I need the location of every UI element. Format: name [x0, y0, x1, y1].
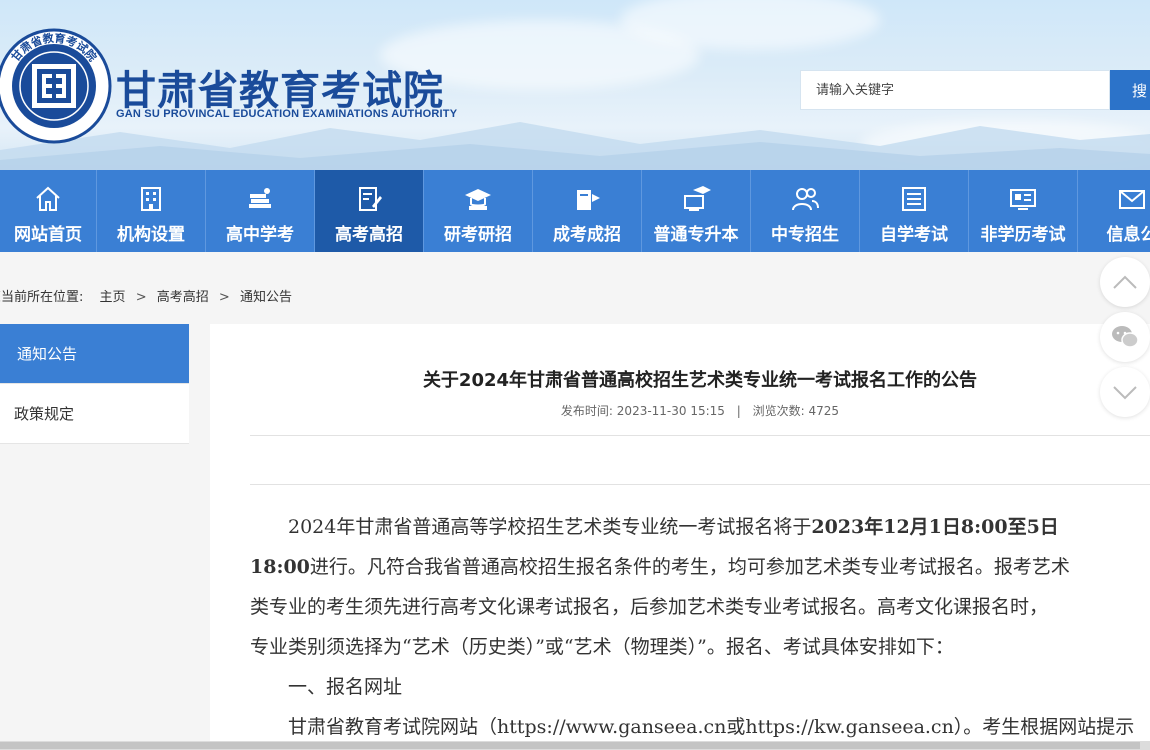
scroll-down-button[interactable] — [1100, 367, 1150, 417]
wechat-button[interactable] — [1100, 312, 1150, 362]
bold-text: 2023年12月1日8:00至5日 — [811, 516, 1059, 538]
list-icon — [902, 187, 926, 211]
breadcrumb-level2[interactable]: 通知公告 — [240, 290, 292, 305]
nav-item-postgraduate[interactable]: 研考研招 — [424, 170, 533, 252]
nav-label: 高考高招 — [335, 225, 403, 245]
paragraph: 18:00进行。凡符合我省普通高校招生报名条件的考生，均可参加艺术类专业考试报名… — [250, 547, 1150, 587]
nav-label: 自学考试 — [880, 225, 948, 245]
breadcrumb-home[interactable]: 主页 — [100, 290, 126, 305]
flag-book-icon — [577, 190, 600, 210]
breadcrumb-prefix: 您当前所在位置: — [0, 290, 84, 305]
divider — [250, 435, 1150, 436]
section-heading: 一、报名网址 — [250, 676, 403, 698]
paragraph: 2024年甘肃省普通高等学校招生艺术类专业统一考试报名将于2023年12月1日8… — [250, 507, 1150, 547]
breadcrumb-level1[interactable]: 高考高招 — [157, 290, 209, 305]
paragraph: 专业类别须选择为“艺术（历史类）”或“艺术（物理类）”。报名、考试具体安排如下： — [250, 636, 954, 658]
nav-item-vocational[interactable]: 中专招生 — [751, 170, 860, 252]
nav-item-adult-exam[interactable]: 成考成招 — [533, 170, 642, 252]
home-icon — [36, 186, 60, 211]
graduation-cap-icon — [465, 189, 491, 210]
article-panel: 关于2024年甘肃省普通高校招生艺术类专业统一考试报名工作的公告 发布时间: 2… — [210, 324, 1150, 750]
nav-label: 成考成招 — [553, 225, 621, 245]
article-body: 2024年甘肃省普通高等学校招生艺术类专业统一考试报名将于2023年12月1日8… — [250, 507, 1150, 747]
search-input[interactable] — [800, 70, 1110, 110]
chevron-up-icon — [1113, 275, 1137, 289]
nav-label: 研考研招 — [444, 225, 512, 245]
sidebar-item-notices[interactable]: 通知公告 — [0, 324, 189, 384]
sidebar-item-policies[interactable]: 政策规定 — [0, 384, 189, 444]
article-title: 关于2024年甘肃省普通高校招生艺术类专业统一考试报名工作的公告 — [422, 370, 978, 391]
mail-icon — [1119, 190, 1145, 209]
article-meta: 发布时间: 2023-11-30 15:15 | 浏览次数: 4725 — [250, 402, 1150, 419]
nav-label: 普通专升本 — [653, 225, 739, 245]
nav-item-upgrade-bachelor[interactable]: 普通专升本 — [642, 170, 751, 252]
nav-item-info-public[interactable]: 信息公 — [1078, 170, 1150, 252]
chevron-down-icon — [1113, 386, 1137, 400]
graduate-computer-icon — [684, 186, 711, 211]
breadcrumb-separator: > — [218, 290, 230, 305]
nav-label: 机构设置 — [117, 225, 185, 245]
nav-item-self-study[interactable]: 自学考试 — [860, 170, 969, 252]
scrollbar-thumb[interactable] — [0, 742, 1140, 749]
main-nav: 网站首页 机构设置 高中学考 高考高招 研考研招 成考成招 普通专升本 中专招生… — [0, 170, 1150, 252]
nav-item-home[interactable]: 网站首页 — [0, 170, 97, 252]
id-card-icon — [1010, 189, 1036, 210]
horizontal-scrollbar[interactable] — [0, 741, 1150, 750]
nav-label: 中专招生 — [771, 225, 839, 245]
divider — [250, 484, 1150, 485]
meta-views-label: 浏览次数: — [752, 404, 805, 418]
bold-text: 18:00 — [250, 556, 310, 578]
meta-views: 4725 — [808, 404, 840, 418]
wechat-icon — [1112, 326, 1139, 348]
site-header: 甘肃省教育考试院 甘肃省教育考试院 GAN SU PROVINCAL EDUCA… — [0, 0, 1150, 170]
meta-separator: | — [736, 404, 741, 418]
nav-label: 网站首页 — [14, 225, 82, 245]
site-subtitle: GAN SU PROVINCAL EDUCATION EXAMINATIONS … — [116, 108, 458, 120]
nav-label: 高中学考 — [226, 225, 294, 245]
nav-item-non-degree[interactable]: 非学历考试 — [969, 170, 1078, 252]
sidebar: 通知公告 政策规定 — [0, 324, 189, 444]
books-icon — [249, 188, 271, 208]
breadcrumb: 您当前所在位置: 主页 > 高考高招 > 通知公告 — [0, 286, 296, 305]
search-button[interactable]: 搜 — [1110, 70, 1150, 110]
paragraph: 类专业的考生须先进行高考文化课考试报名，后参加艺术类专业考试报名。高考文化课报名… — [250, 596, 1049, 618]
text: 进行。凡符合我省普通高校招生报名条件的考生，均可参加艺术类专业考试报名。报考艺术 — [309, 556, 1070, 578]
meta-time: 2023-11-30 15:15 — [616, 404, 725, 418]
emblem-logo: 甘肃省教育考试院 — [0, 28, 112, 144]
nav-label: 非学历考试 — [980, 225, 1066, 245]
nav-item-high-school-exam[interactable]: 高中学考 — [206, 170, 315, 252]
meta-time-label: 发布时间: — [560, 404, 613, 418]
breadcrumb-separator: > — [135, 290, 147, 305]
nav-item-organization[interactable]: 机构设置 — [97, 170, 206, 252]
users-icon — [792, 188, 819, 211]
exam-pen-icon — [359, 187, 382, 211]
text: 2024年甘肃省普通高等学校招生艺术类专业统一考试报名将于 — [250, 516, 812, 538]
scroll-top-button[interactable] — [1100, 257, 1150, 307]
nav-item-gaokao[interactable]: 高考高招 — [315, 170, 424, 252]
nav-label: 信息公 — [1106, 225, 1150, 245]
building-icon — [141, 187, 161, 211]
